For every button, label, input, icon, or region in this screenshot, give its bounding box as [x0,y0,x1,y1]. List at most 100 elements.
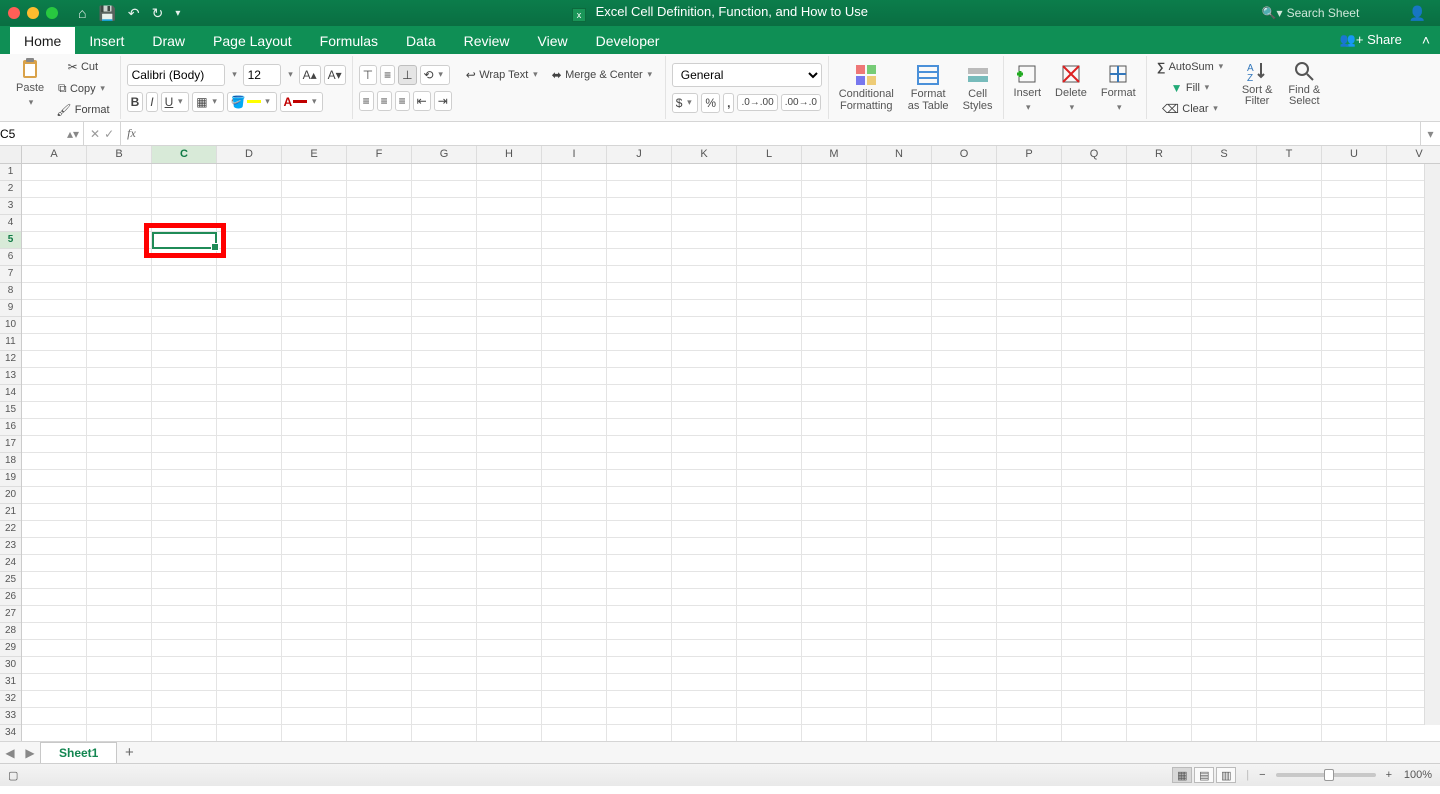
cell[interactable] [477,657,542,674]
cell[interactable] [867,589,932,606]
cell[interactable] [1127,674,1192,691]
cell[interactable] [932,470,997,487]
cell[interactable] [802,419,867,436]
cell[interactable] [282,623,347,640]
cell[interactable] [737,572,802,589]
column-header[interactable]: M [802,146,867,163]
cell[interactable] [217,164,282,181]
cell[interactable] [282,283,347,300]
fill-button[interactable]: ▼ Fill▾ [1153,78,1230,98]
wrap-text-button[interactable]: ↩ Wrap Text▾ [462,65,545,85]
cell[interactable] [607,657,672,674]
cell[interactable] [932,317,997,334]
page-layout-view-button[interactable]: ▤ [1194,767,1214,783]
cell[interactable] [802,300,867,317]
cell[interactable] [672,334,737,351]
cell[interactable] [802,334,867,351]
cell[interactable] [1192,487,1257,504]
cell[interactable] [1127,334,1192,351]
cell[interactable] [412,708,477,725]
cell[interactable] [997,623,1062,640]
cell[interactable] [1322,385,1387,402]
cell[interactable] [1257,368,1322,385]
search-input[interactable] [1287,6,1397,20]
cell[interactable] [1127,283,1192,300]
cell[interactable] [607,419,672,436]
delete-cells-button[interactable]: Delete▾ [1051,60,1091,115]
select-all-corner[interactable] [0,146,22,164]
cell[interactable] [22,232,87,249]
cell[interactable] [1127,215,1192,232]
cell[interactable] [412,300,477,317]
cell[interactable] [22,555,87,572]
cell[interactable] [607,691,672,708]
cell-styles-button[interactable]: Cell Styles [959,61,997,114]
cell[interactable] [217,368,282,385]
cell[interactable] [87,436,152,453]
cell[interactable] [87,572,152,589]
cell[interactable] [542,504,607,521]
cell[interactable] [347,674,412,691]
cell[interactable] [347,657,412,674]
cell[interactable] [1257,708,1322,725]
cell[interactable] [22,708,87,725]
cell[interactable] [412,640,477,657]
cell[interactable] [1322,198,1387,215]
cell[interactable] [542,538,607,555]
cell[interactable] [1257,538,1322,555]
cell[interactable] [217,504,282,521]
cell[interactable] [282,470,347,487]
cell[interactable] [1127,572,1192,589]
cell[interactable] [1322,283,1387,300]
cell[interactable] [1322,487,1387,504]
cell[interactable] [737,674,802,691]
add-sheet-button[interactable]: + [117,744,141,761]
cell[interactable] [1127,385,1192,402]
cell[interactable] [477,725,542,741]
cell[interactable] [607,470,672,487]
cell[interactable] [1322,538,1387,555]
cell[interactable] [737,657,802,674]
cell[interactable] [737,589,802,606]
cell[interactable] [1192,657,1257,674]
cell[interactable] [867,368,932,385]
cell[interactable] [87,385,152,402]
cell[interactable] [1062,470,1127,487]
cell[interactable] [542,521,607,538]
column-header[interactable]: G [412,146,477,163]
cell[interactable] [542,419,607,436]
close-window[interactable] [8,7,20,19]
cell[interactable] [87,623,152,640]
cell[interactable] [672,453,737,470]
column-header[interactable]: Q [1062,146,1127,163]
cell[interactable] [152,657,217,674]
cell[interactable] [802,198,867,215]
cell[interactable] [282,317,347,334]
cell[interactable] [22,691,87,708]
undo-icon[interactable]: ↶ [128,5,140,22]
cell[interactable] [672,198,737,215]
row-header[interactable]: 19 [0,470,21,487]
cell[interactable] [412,504,477,521]
cell[interactable] [152,334,217,351]
cell[interactable] [737,368,802,385]
cell[interactable] [477,385,542,402]
cell[interactable] [997,453,1062,470]
cell[interactable] [22,589,87,606]
sort-filter-button[interactable]: AZ Sort & Filter [1238,57,1277,110]
cell[interactable] [867,691,932,708]
cell[interactable] [672,283,737,300]
cell[interactable] [737,164,802,181]
cell[interactable] [477,555,542,572]
autosum-button[interactable]: ∑ AutoSum▾ [1153,57,1230,77]
cell[interactable] [412,334,477,351]
cell[interactable] [932,572,997,589]
format-painter-button[interactable]: 🖌 Format [52,100,113,120]
cell[interactable] [867,249,932,266]
cell[interactable] [997,181,1062,198]
tab-draw[interactable]: Draw [138,27,199,54]
cell[interactable] [932,368,997,385]
cell[interactable] [282,572,347,589]
cell[interactable] [1127,725,1192,741]
cell[interactable] [997,300,1062,317]
